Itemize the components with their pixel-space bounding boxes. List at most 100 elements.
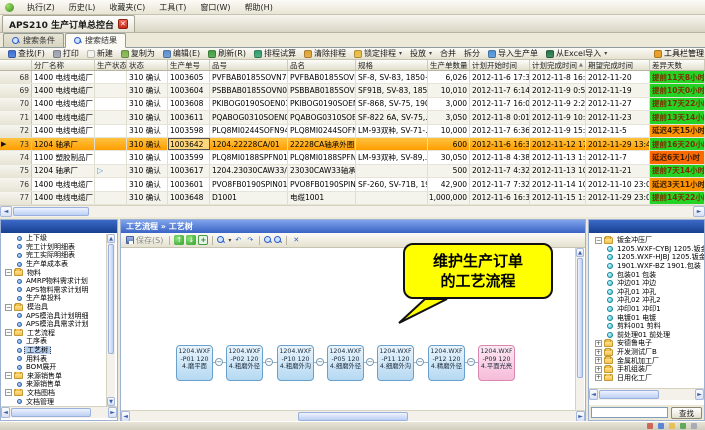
left-tree-vscrollbar[interactable]: ▲ ▼ (106, 234, 115, 406)
scroll-right-icon[interactable]: ► (693, 206, 705, 217)
collapse-icon[interactable]: − (5, 269, 12, 276)
tree-item[interactable]: BOM展开 (1, 363, 105, 372)
tree-item[interactable]: APS物料需求计划明 (1, 286, 105, 295)
toolbar-button-清除排程[interactable]: 清除排程 (300, 48, 350, 59)
toolbar-button-投放[interactable]: 投放▾ (406, 48, 436, 59)
column-header-品名[interactable]: 品名 (288, 60, 356, 70)
expand-icon[interactable]: + (595, 366, 602, 373)
column-header-生产单号[interactable]: 生产单号 (168, 60, 210, 70)
tree-item[interactable]: 电镀01 电镀 (591, 313, 704, 322)
column-header-计划开始时间[interactable]: 计划开始时间 (470, 60, 530, 70)
dropdown-arrow-icon[interactable]: ▾ (429, 50, 432, 57)
connector-collapse-icon[interactable]: − (215, 358, 223, 366)
tree-item[interactable]: 完工计划明细表 (1, 243, 105, 252)
tree-item[interactable]: −文档图档 (1, 389, 105, 398)
left-tree-hscrollbar[interactable]: ◄ ► (1, 406, 117, 418)
toolbar-button-导入生产单[interactable]: 导入生产单 (484, 48, 542, 59)
connector-collapse-icon[interactable]: − (265, 358, 273, 366)
menu-item[interactable]: 窗口(W) (193, 1, 237, 14)
grid-hscroll-thumb[interactable] (13, 207, 89, 216)
expand-icon[interactable]: + (595, 374, 602, 381)
tree-item[interactable]: 上下级 (1, 234, 105, 243)
tree-item[interactable]: 剪料001 剪料 (591, 322, 704, 331)
tree-item[interactable]: 工艺树 (1, 346, 105, 355)
table-row[interactable]: 771400 电线电缆厂310 确认1003648D1001电缆10011,00… (0, 192, 705, 205)
process-node[interactable]: 1204.WXF-P02 1204.粗磨外径 (226, 345, 263, 381)
dropdown-arrow-icon[interactable]: ▾ (604, 50, 607, 57)
tree-item[interactable]: −模治具 (1, 303, 105, 312)
nav-down-icon[interactable]: ↓ (186, 235, 196, 245)
fit-view-icon[interactable]: ✕ (291, 235, 301, 245)
menu-item[interactable]: 执行(Z) (20, 1, 62, 14)
tree-item[interactable]: −工艺流程 (1, 329, 105, 338)
close-tab-icon[interactable]: ✕ (118, 19, 128, 29)
menu-item[interactable]: 收藏夹(C) (102, 1, 152, 14)
toolbar-button-打印[interactable]: 打印 (49, 48, 83, 59)
tree-item[interactable]: AMRP物料需求计划 (1, 277, 105, 286)
menu-item[interactable]: 帮助(H) (238, 1, 280, 14)
menu-item[interactable]: 历史(L) (62, 1, 103, 14)
process-node[interactable]: 1204.WXF-P09 1204.平面光亮 (478, 345, 515, 381)
scroll-left-icon[interactable]: ◄ (0, 206, 12, 217)
add-node-icon[interactable]: + (198, 235, 208, 245)
column-header-状态[interactable]: 状态 (127, 60, 168, 70)
collapse-icon[interactable]: − (595, 237, 602, 244)
dropdown-arrow-icon[interactable]: ▾ (399, 50, 402, 57)
tree-item[interactable]: −钣金冲压厂 (591, 236, 704, 245)
connector-collapse-icon[interactable]: − (366, 358, 374, 366)
tree-item[interactable]: APS模治具计划明细 (1, 311, 105, 320)
toolbar-button-复制为[interactable]: 复制为 (117, 48, 159, 59)
process-node[interactable]: 1204.WXF-P12 1204.精磨外径 (428, 345, 465, 381)
column-header-规格[interactable]: 规格 (356, 60, 428, 70)
table-row[interactable]: 701400 电线电缆厂310 确认1003608PKIBOG0190SOEN0… (0, 98, 705, 111)
expand-icon[interactable]: + (595, 349, 602, 356)
window-tab[interactable]: APS210 生产订单总控台 ✕ (2, 15, 135, 32)
column-header-品号[interactable]: 品号 (210, 60, 288, 70)
table-row[interactable]: 73▶1204 轴承厂310 确认10036421204.22228CA/012… (0, 138, 705, 151)
zoom-in-icon[interactable] (264, 236, 272, 244)
tree-item[interactable]: 用料表 (1, 354, 105, 363)
table-row[interactable]: 721400 电线电缆厂310 确认1003598PLQ8MI0244SOFN9… (0, 125, 705, 138)
column-header-差异天数[interactable]: 差异天数 (650, 60, 705, 70)
tree-item[interactable]: 工序表 (1, 337, 105, 346)
zoom-out-icon[interactable] (274, 236, 282, 244)
tree-item[interactable]: +日用化工厂 (591, 374, 704, 383)
collapse-icon[interactable]: − (5, 372, 12, 379)
table-row[interactable]: 741100 塑胶制品厂310 确认1003599PLQ8MI0188SPFN0… (0, 151, 705, 164)
operation-search-button[interactable]: 查找 (671, 407, 702, 419)
save-button[interactable]: 保存(S) (124, 235, 165, 246)
tree-item[interactable]: 冲边01 冲边 (591, 279, 704, 288)
find-node-icon[interactable] (217, 236, 225, 244)
tree-item[interactable]: 1901.WXF-BZ 1901.包装 (591, 262, 704, 271)
tree-item[interactable]: 来源销售单 (1, 380, 105, 389)
column-header-生产单数量[interactable]: 生产单数量 (428, 60, 470, 70)
table-row[interactable]: 691400 电线电缆厂310 确认1003604PSBBAB0185SOVN0… (0, 84, 705, 97)
toolbar-manage-button[interactable]: 工具栏管理 (654, 48, 705, 59)
toolbar-button-排程试算[interactable]: 排程试算 (250, 48, 300, 59)
column-header-期望完成时间[interactable]: 期望完成时间 (586, 60, 650, 70)
table-row[interactable]: 751204 轴承厂▷310 确认10036171204.23030CAW33/… (0, 165, 705, 178)
connector-collapse-icon[interactable]: − (416, 358, 424, 366)
tab-search-results[interactable]: 搜索结果 (65, 33, 126, 48)
tree-item[interactable]: 1205.WXF-HJBJ 1205.钣金焊 (591, 253, 704, 262)
tree-item[interactable]: 生产单投料 (1, 294, 105, 303)
tree-item[interactable]: +手机组装厂 (591, 365, 704, 374)
redo-icon[interactable]: ↷ (245, 235, 255, 245)
connector-collapse-icon[interactable]: − (467, 358, 475, 366)
tree-item[interactable]: 完工实际明细表 (1, 251, 105, 260)
tree-item[interactable]: 生产单成本表 (1, 260, 105, 269)
tree-item[interactable]: +金属机加工厂 (591, 356, 704, 365)
collapse-icon[interactable]: − (5, 329, 12, 336)
table-row[interactable]: 711400 电线电缆厂310 确认1003611PQABOG0310SOEN0… (0, 111, 705, 124)
toolbar-button-编辑(E)[interactable]: 编辑(E) (159, 48, 204, 59)
process-node[interactable]: 1204.WXF-P05 1204.细磨外径 (327, 345, 364, 381)
expand-icon[interactable]: + (595, 357, 602, 364)
toolbar-button-锁定排程[interactable]: 锁定排程▾ (350, 48, 406, 59)
collapse-icon[interactable]: − (5, 304, 12, 311)
process-node[interactable]: 1204.WXF-P01 1204.磨平面 (176, 345, 213, 381)
flow-vscrollbar[interactable]: ▲ ▼ (575, 248, 584, 422)
nav-up-icon[interactable]: ↑ (174, 235, 184, 245)
tree-item[interactable]: +安德鲁电子 (591, 339, 704, 348)
grid-hscrollbar[interactable]: ◄ ► (0, 205, 705, 217)
right-tree-hscrollbar[interactable]: ◄ ► (589, 388, 704, 400)
